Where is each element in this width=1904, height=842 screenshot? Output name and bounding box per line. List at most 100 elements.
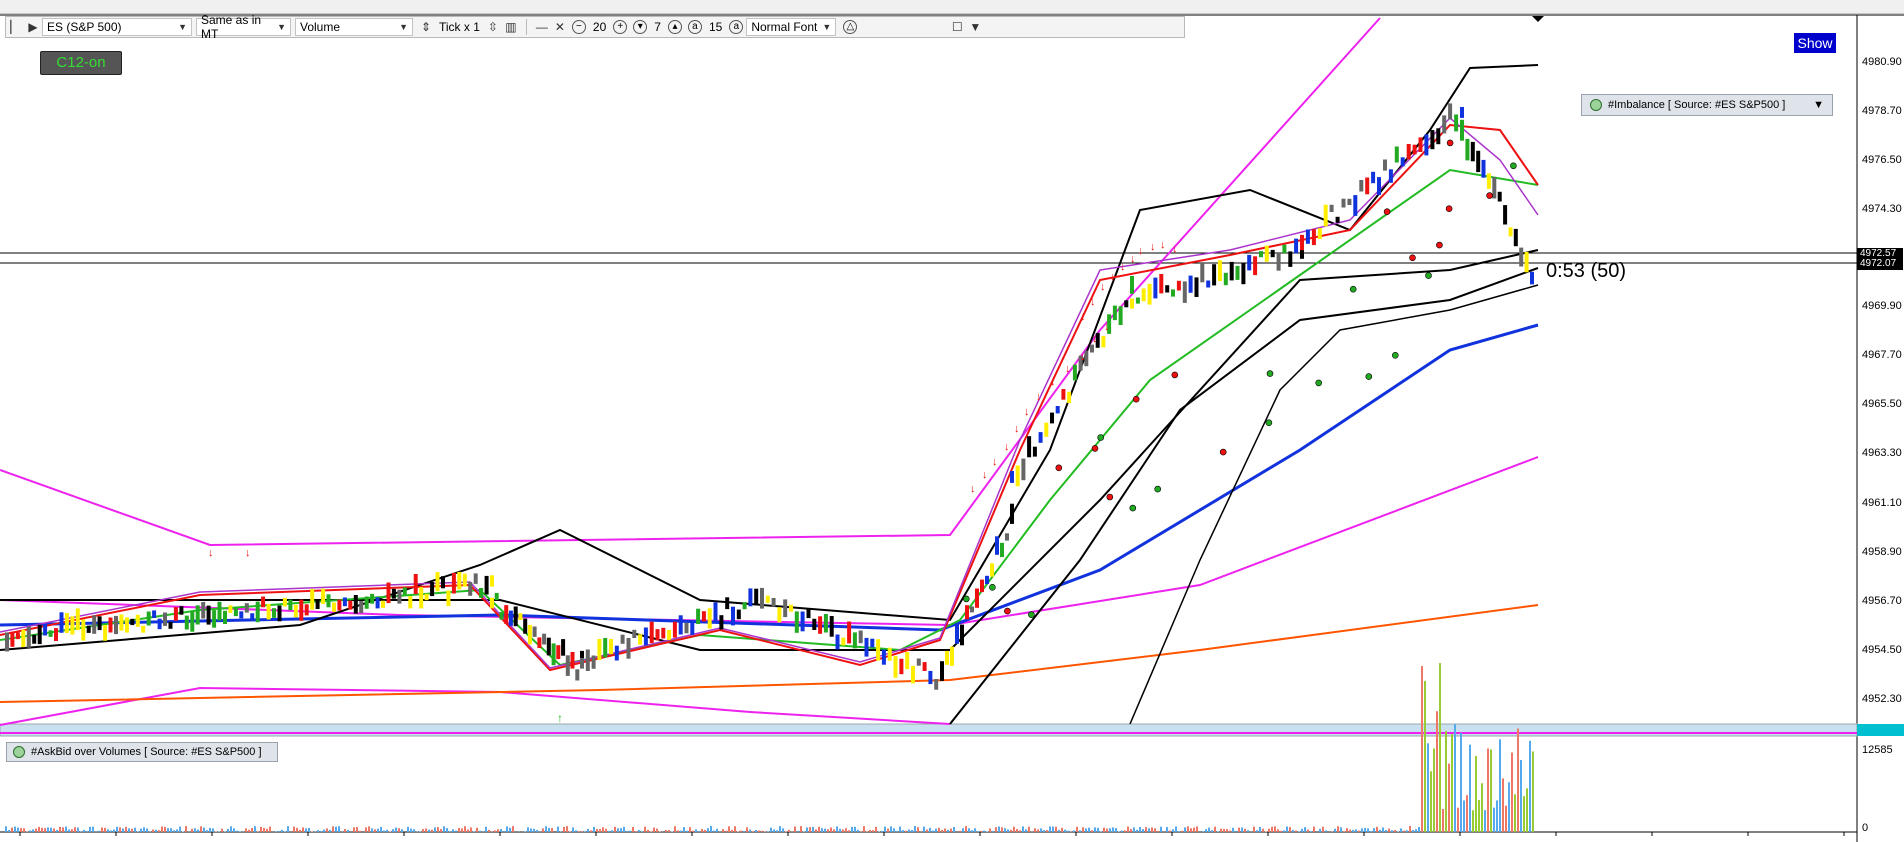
volume-bar: [1319, 828, 1321, 832]
askbid-legend[interactable]: #AskBid over Volumes [ Source: #ES S&P50…: [6, 742, 278, 762]
volume-bar: [983, 830, 985, 832]
bar-chart-icon[interactable]: ▥: [502, 18, 520, 36]
candle: [1486, 173, 1491, 189]
volume-bar: [1490, 749, 1492, 832]
volume-bar: [1457, 807, 1459, 832]
volume-bar: [167, 828, 169, 832]
volume-bar: [311, 831, 313, 832]
signal-arrow: ↓: [1172, 243, 1178, 255]
signal-arrow: ↓: [1004, 441, 1010, 453]
candle: [1010, 503, 1014, 524]
warning-icon[interactable]: △: [843, 20, 858, 34]
candle: [1194, 277, 1199, 297]
signal-arrow: ↓: [1120, 261, 1126, 273]
candle: [614, 645, 619, 661]
volume-bar: [119, 827, 121, 832]
font-larger-icon[interactable]: a: [729, 20, 744, 34]
symbol-select[interactable]: ES (S&P 500) ▼: [42, 18, 192, 36]
line-tool-icon[interactable]: —: [533, 18, 551, 36]
volume-bar: [713, 830, 715, 832]
candle: [876, 639, 881, 661]
candle: [980, 579, 984, 593]
volume-bar: [284, 831, 286, 832]
zoom-out-icon[interactable]: −: [571, 20, 586, 34]
price-chart[interactable]: ↓ ↓↓↓↓↓↓↓↓↓↓↓↓↓↓↓↓↓↓↓↓ ↓ ↓ ↓↑: [0, 0, 1904, 842]
chevron-down-icon: ▼: [277, 22, 286, 32]
imbalance-legend[interactable]: #Imbalance [ Source: #ES S&P500 ] ▼: [1581, 94, 1833, 116]
candle: [1436, 128, 1441, 145]
volume-bar: [182, 831, 184, 832]
candle: [124, 617, 129, 633]
up-icon[interactable]: ▴: [667, 20, 682, 34]
candle: [1206, 280, 1211, 288]
candle: [381, 600, 385, 608]
imbalance-dot: [1445, 205, 1453, 212]
candle: [672, 621, 677, 638]
close-icon[interactable]: ✕: [551, 18, 569, 36]
candle: [719, 615, 724, 630]
tick-size-icon[interactable]: ⇕: [417, 18, 435, 36]
play-icon[interactable]: ▶: [24, 18, 42, 36]
candle: [812, 618, 817, 630]
candle: [742, 602, 747, 610]
volume-bar: [1424, 680, 1426, 832]
candle: [5, 632, 9, 652]
signal-arrow: ↓: [1110, 271, 1116, 283]
candle: [852, 632, 857, 649]
indicator-select[interactable]: Volume ▼: [295, 18, 413, 36]
imbalance-dot: [962, 595, 970, 603]
volume-bar: [641, 831, 643, 832]
volume-bar: [203, 827, 205, 832]
volume-bar: [1442, 809, 1444, 832]
candle: [255, 601, 260, 623]
candle: [508, 610, 513, 626]
candle: [847, 621, 852, 644]
signal-arrow: ↓: [1024, 406, 1030, 418]
volume-bar: [1436, 711, 1438, 832]
volume-bar: [14, 826, 16, 832]
zoom-in-icon[interactable]: +: [613, 20, 628, 34]
volume-bar: [1259, 826, 1261, 832]
compress-icon[interactable]: ⇳: [484, 18, 502, 36]
volume-bar: [668, 830, 670, 832]
font-select[interactable]: Normal Font ▼: [746, 18, 837, 36]
volume-bar: [44, 828, 46, 832]
timezone-select[interactable]: Same as in MT ▼: [196, 13, 291, 41]
window-icon[interactable]: ☐: [948, 18, 966, 36]
chevron-down-icon[interactable]: ▼: [1813, 95, 1824, 115]
volume-bar: [929, 827, 931, 832]
chevron-down-icon[interactable]: ▼: [966, 18, 984, 36]
font-smaller-icon[interactable]: a: [687, 20, 702, 34]
c12-status-badge[interactable]: C12-on: [40, 51, 122, 75]
volume-bar: [1058, 829, 1060, 832]
price-axis-label: 4974.30: [1862, 203, 1902, 215]
volume-bar: [110, 830, 112, 832]
candle: [1118, 306, 1123, 325]
volume-bar: [32, 829, 34, 832]
volume-bar: [395, 827, 397, 832]
cursor-icon[interactable]: ▏: [6, 18, 24, 36]
volume-bar: [773, 829, 775, 832]
volume-bar: [347, 829, 349, 832]
volume-bar: [392, 829, 394, 832]
volume-bar: [485, 826, 487, 832]
candle: [1147, 283, 1152, 305]
signal-arrow: ↓: [1050, 376, 1056, 388]
volume-bar: [965, 826, 967, 832]
candle: [632, 629, 637, 638]
volume-bar: [935, 828, 937, 832]
volume-bar: [806, 827, 808, 832]
volume-bar: [572, 827, 574, 832]
candle: [655, 629, 660, 641]
candle: [1406, 144, 1411, 160]
candle: [678, 615, 683, 635]
down-icon[interactable]: ▾: [633, 20, 648, 34]
volume-bar: [692, 830, 694, 832]
volume-bar: [824, 828, 826, 832]
volume-bar: [1079, 830, 1081, 832]
volume-bar: [566, 826, 568, 832]
volume-bar: [41, 827, 43, 832]
show-button[interactable]: Show: [1793, 32, 1837, 54]
volume-bar: [854, 826, 856, 832]
volume-bar: [1514, 794, 1516, 832]
